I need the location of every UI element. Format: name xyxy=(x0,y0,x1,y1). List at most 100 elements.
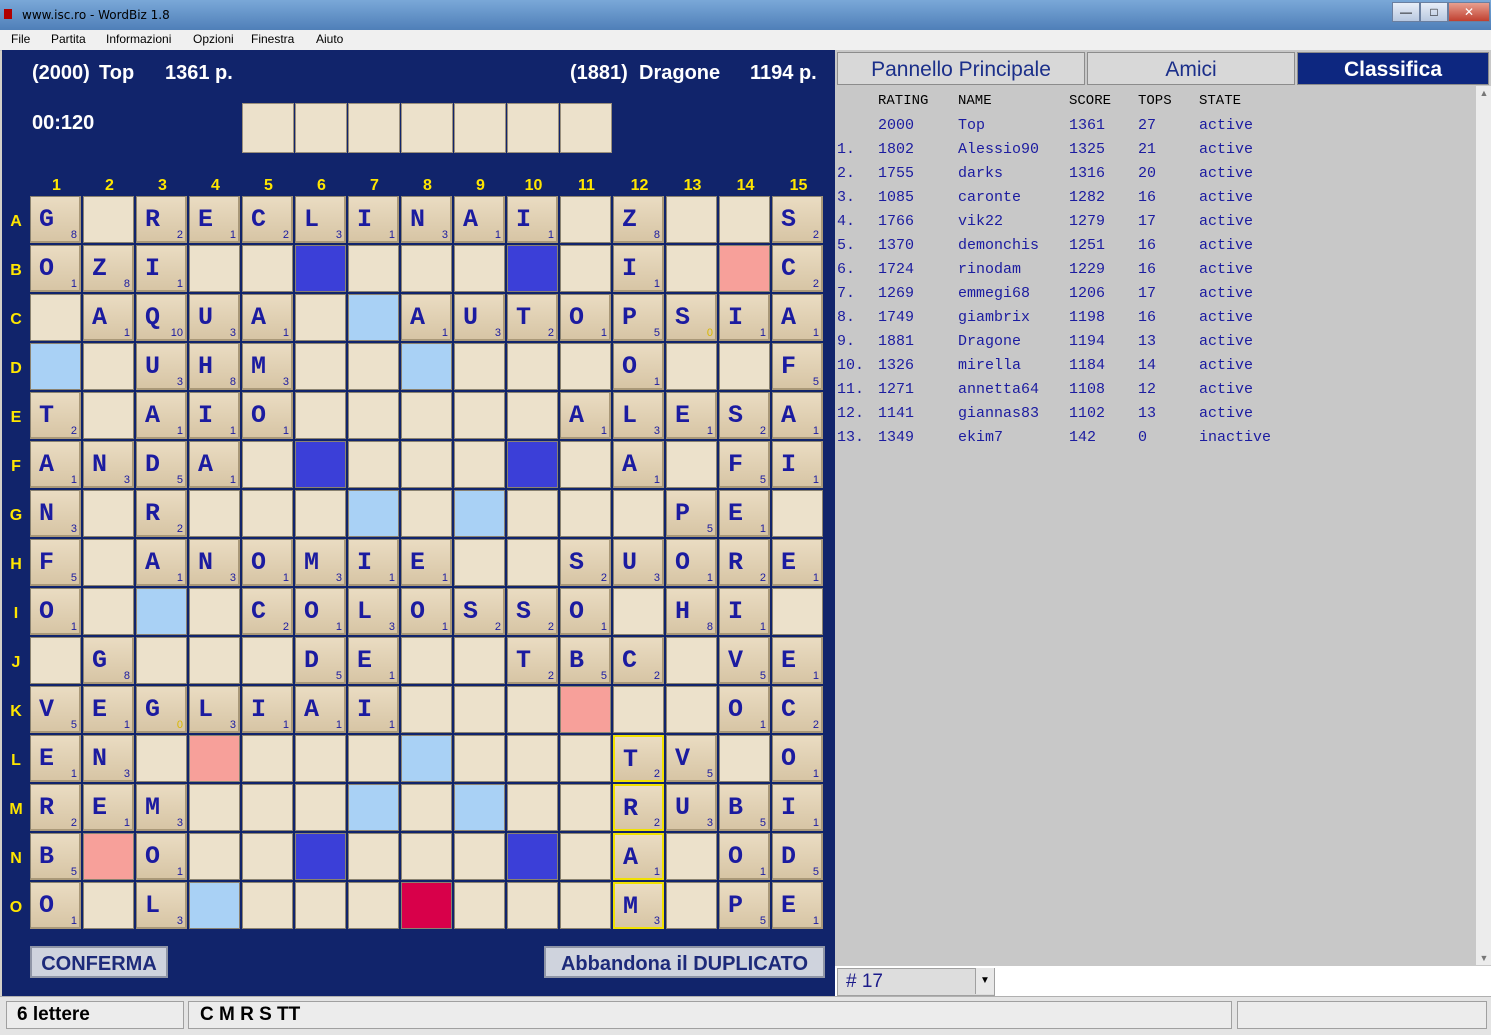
rack-slot[interactable] xyxy=(454,103,506,153)
board-cell[interactable] xyxy=(189,490,240,537)
board-tile[interactable]: I1 xyxy=(136,245,187,292)
board-cell[interactable] xyxy=(401,784,452,831)
board-cell[interactable] xyxy=(560,833,611,880)
ranking-row[interactable]: 7. 1269 emmegi68 1206 17 active xyxy=(835,285,1475,309)
bonus-cell[interactable] xyxy=(454,490,505,537)
board-cell[interactable] xyxy=(83,882,134,929)
board-tile[interactable]: Z8 xyxy=(613,196,664,243)
board-tile[interactable]: E1 xyxy=(719,490,770,537)
tab-classifica[interactable]: Classifica xyxy=(1297,52,1489,85)
board-tile[interactable]: N3 xyxy=(83,441,134,488)
board-cell[interactable] xyxy=(666,441,717,488)
board-cell[interactable] xyxy=(83,539,134,586)
board-tile[interactable]: Q 10 xyxy=(136,294,187,341)
confirm-button[interactable]: CONFERMA xyxy=(30,946,168,978)
board-cell[interactable] xyxy=(30,294,81,341)
board-cell[interactable] xyxy=(560,735,611,782)
board-tile[interactable]: N3 xyxy=(401,196,452,243)
board-tile[interactable]: D5 xyxy=(136,441,187,488)
board-tile[interactable]: H8 xyxy=(189,343,240,390)
bonus-cell[interactable] xyxy=(719,245,770,292)
bonus-cell[interactable] xyxy=(560,686,611,733)
board-cell[interactable] xyxy=(348,735,399,782)
rack-slot[interactable] xyxy=(348,103,400,153)
board-cell[interactable] xyxy=(507,735,558,782)
board-tile[interactable]: E1 xyxy=(348,637,399,684)
board-tile[interactable]: L3 xyxy=(613,392,664,439)
ranking-row[interactable]: 8. 1749 giambrix 1198 16 active xyxy=(835,309,1475,333)
board-tile[interactable]: A1 xyxy=(189,441,240,488)
board-cell[interactable] xyxy=(348,392,399,439)
board-cell[interactable] xyxy=(560,882,611,929)
bonus-cell[interactable] xyxy=(189,882,240,929)
board-cell[interactable] xyxy=(348,343,399,390)
board-tile[interactable]: I1 xyxy=(507,196,558,243)
board-tile[interactable]: L3 xyxy=(295,196,346,243)
board-cell[interactable] xyxy=(295,735,346,782)
board-cell[interactable] xyxy=(295,294,346,341)
board-cell[interactable] xyxy=(772,490,823,537)
board-tile[interactable]: O1 xyxy=(30,588,81,635)
board-cell[interactable] xyxy=(666,343,717,390)
board-tile[interactable]: G0 xyxy=(136,686,187,733)
menu-finestra[interactable]: Finestra xyxy=(251,32,294,46)
board-cell[interactable] xyxy=(560,490,611,537)
board-tile[interactable]: A1 xyxy=(560,392,611,439)
board-cell[interactable] xyxy=(507,686,558,733)
board-cell[interactable] xyxy=(454,882,505,929)
bonus-cell[interactable] xyxy=(401,343,452,390)
board-tile[interactable]: T2 xyxy=(613,735,664,782)
rack-slot[interactable] xyxy=(295,103,347,153)
board-tile[interactable]: O1 xyxy=(560,294,611,341)
board-tile[interactable]: F5 xyxy=(772,343,823,390)
board-tile[interactable]: C2 xyxy=(242,196,293,243)
bonus-cell[interactable] xyxy=(189,735,240,782)
ranking-row[interactable]: 12. 1141 giannas83 1102 13 active xyxy=(835,405,1475,429)
board-cell[interactable] xyxy=(719,196,770,243)
board-tile[interactable]: L3 xyxy=(136,882,187,929)
maximize-button[interactable]: □ xyxy=(1420,2,1448,22)
board-tile[interactable]: R2 xyxy=(136,196,187,243)
board-tile[interactable]: A1 xyxy=(136,539,187,586)
board-cell[interactable] xyxy=(30,637,81,684)
abandon-duplicate-button[interactable]: Abbandona il DUPLICATO xyxy=(544,946,825,978)
board-tile[interactable]: S2 xyxy=(507,588,558,635)
board-cell[interactable] xyxy=(666,686,717,733)
board-cell[interactable] xyxy=(348,833,399,880)
board-cell[interactable] xyxy=(454,343,505,390)
board-cell[interactable] xyxy=(613,588,664,635)
board-tile[interactable]: I1 xyxy=(613,245,664,292)
board-cell[interactable] xyxy=(348,245,399,292)
minimize-button[interactable]: — xyxy=(1392,2,1420,22)
board-tile[interactable]: A1 xyxy=(295,686,346,733)
menu-aiuto[interactable]: Aiuto xyxy=(316,32,343,46)
board-tile[interactable]: B5 xyxy=(30,833,81,880)
bonus-cell[interactable] xyxy=(30,343,81,390)
board-cell[interactable] xyxy=(295,882,346,929)
board-tile[interactable]: E1 xyxy=(83,784,134,831)
board-tile[interactable]: I1 xyxy=(189,392,240,439)
board-cell[interactable] xyxy=(666,882,717,929)
board-tile[interactable]: U3 xyxy=(613,539,664,586)
board-cell[interactable] xyxy=(507,490,558,537)
close-button[interactable]: ✕ xyxy=(1448,2,1490,22)
board-tile[interactable]: T2 xyxy=(30,392,81,439)
turn-select[interactable]: # 17 xyxy=(837,968,995,996)
board-cell[interactable] xyxy=(401,637,452,684)
board-cell[interactable] xyxy=(295,784,346,831)
board-cell[interactable] xyxy=(242,637,293,684)
board-tile[interactable]: A1 xyxy=(401,294,452,341)
board-cell[interactable] xyxy=(401,833,452,880)
scroll-up-icon[interactable]: ▲ xyxy=(1479,88,1489,98)
board-tile[interactable]: A1 xyxy=(772,392,823,439)
board-cell[interactable] xyxy=(507,882,558,929)
board-tile[interactable]: N3 xyxy=(30,490,81,537)
board-tile[interactable]: U3 xyxy=(454,294,505,341)
board-cell[interactable] xyxy=(189,637,240,684)
board-cell[interactable] xyxy=(242,784,293,831)
board-tile[interactable]: O1 xyxy=(401,588,452,635)
board-tile[interactable]: S2 xyxy=(772,196,823,243)
bonus-cell[interactable] xyxy=(507,833,558,880)
board-tile[interactable]: R2 xyxy=(719,539,770,586)
bonus-cell[interactable] xyxy=(507,441,558,488)
